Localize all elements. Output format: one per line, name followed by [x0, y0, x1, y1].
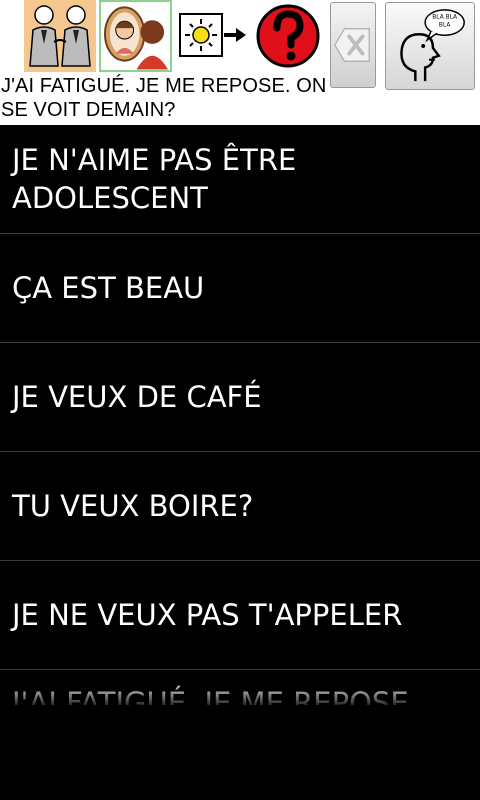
phrase-item[interactable]: JE NE VEUX PAS T'APPELER — [0, 561, 480, 670]
symbol-tile-question[interactable] — [253, 0, 323, 72]
phrase-item[interactable]: JE N'AIME PAS ÊTRE ADOLESCENT — [0, 125, 480, 234]
light-arrow-icon — [179, 13, 246, 57]
symbol-tile-light[interactable] — [174, 0, 250, 72]
symbol-tile-people[interactable] — [24, 0, 96, 72]
phrase-item[interactable]: TU VEUX BOIRE? — [0, 452, 480, 561]
two-people-icon — [29, 5, 91, 67]
sentence-text: J'AI FATIGUÉ. JE ME REPOSE. ON SE VOIT D… — [1, 75, 327, 121]
speak-button[interactable]: BLA BLA BLA — [385, 2, 475, 90]
mirror-girl-icon — [103, 6, 169, 70]
list-fade-edge — [0, 680, 480, 710]
speech-bubble-text: BLA BLA — [432, 15, 457, 21]
symbol-tile-mirror[interactable] — [99, 0, 172, 72]
delete-button[interactable] — [330, 2, 376, 88]
phrase-item[interactable]: ÇA EST BEAU — [0, 234, 480, 343]
question-mark-icon — [256, 4, 320, 68]
speaking-head-icon: BLA BLA BLA — [400, 9, 465, 82]
phrase-item[interactable]: JE VEUX DE CAFÉ — [0, 343, 480, 452]
phrase-list[interactable]: JE N'AIME PAS ÊTRE ADOLESCENT ÇA EST BEA… — [0, 125, 480, 705]
speech-bubble-text-2: BLA — [439, 22, 450, 28]
backspace-icon — [333, 28, 370, 62]
sentence-panel: BLA BLA BLA J'AI FATIGUÉ. JE ME REPOSE. … — [0, 0, 480, 125]
